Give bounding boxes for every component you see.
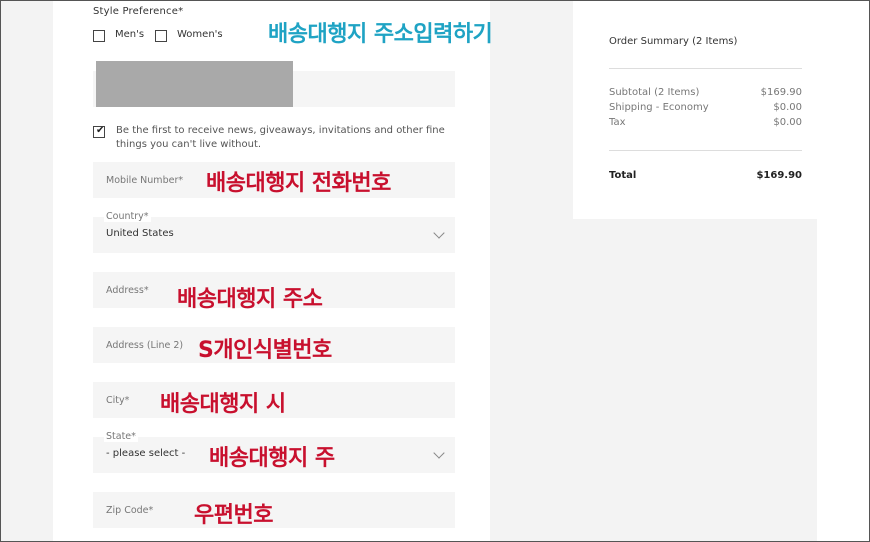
- summary-row-label: Shipping - Economy: [609, 102, 709, 113]
- country-value: United States: [106, 228, 174, 239]
- chevron-down-icon: [433, 447, 445, 459]
- state-value: - please select -: [106, 448, 186, 459]
- left-background: [1, 1, 53, 541]
- country-label: Country*: [104, 211, 151, 222]
- newsletter-checkbox[interactable]: ✔: [93, 125, 105, 138]
- summary-row-value: $0.00: [773, 102, 802, 113]
- annotation-address: 배송대행지 주소: [177, 287, 323, 312]
- check-icon: ✔: [96, 125, 105, 136]
- annotation-state: 배송대행지 주: [209, 446, 335, 471]
- mobile-number-label: Mobile Number*: [106, 175, 184, 186]
- divider: [609, 68, 802, 69]
- summary-row-subtotal: Subtotal (2 Items) $169.90: [609, 87, 802, 98]
- womens-checkbox[interactable]: [155, 30, 167, 42]
- summary-row-label: Subtotal (2 Items): [609, 87, 700, 98]
- annotation-zip: 우편번호: [194, 503, 273, 528]
- summary-total-label: Total: [609, 170, 637, 181]
- annotation-city: 배송대행지 시: [160, 392, 286, 417]
- style-preference-label: Style Preference*: [93, 6, 184, 17]
- annotation-mobile: 배송대행지 전화번호: [206, 171, 391, 196]
- order-summary-title: Order Summary (2 Items): [609, 36, 738, 47]
- mens-checkbox[interactable]: [93, 30, 105, 42]
- summary-total-value: $169.90: [756, 170, 802, 181]
- newsletter-text: Be the first to receive news, giveaways,…: [116, 125, 445, 150]
- annotation-title: 배송대행지 주소입력하기: [268, 22, 493, 47]
- chevron-down-icon: [433, 227, 445, 239]
- summary-row-shipping: Shipping - Economy $0.00: [609, 102, 802, 113]
- country-select[interactable]: Country* United States: [93, 211, 455, 253]
- summary-total: Total $169.90: [609, 170, 802, 181]
- state-label: State*: [104, 431, 138, 442]
- address-label: Address*: [106, 285, 149, 296]
- city-label: City*: [106, 395, 130, 406]
- zip-code-label: Zip Code*: [106, 505, 154, 516]
- summary-row-value: $0.00: [773, 117, 802, 128]
- zip-code-field[interactable]: Zip Code*: [93, 492, 455, 528]
- mens-label: Men's: [115, 29, 145, 40]
- summary-row-value: $169.90: [760, 87, 802, 98]
- womens-label: Women's: [177, 29, 223, 40]
- annotation-address2: S개인식별번호: [198, 338, 332, 363]
- divider: [609, 150, 802, 151]
- redaction-block: [96, 61, 293, 107]
- right-background: [817, 1, 869, 541]
- summary-row-label: Tax: [609, 117, 626, 128]
- address-line2-label: Address (Line 2): [106, 340, 184, 351]
- summary-row-tax: Tax $0.00: [609, 117, 802, 128]
